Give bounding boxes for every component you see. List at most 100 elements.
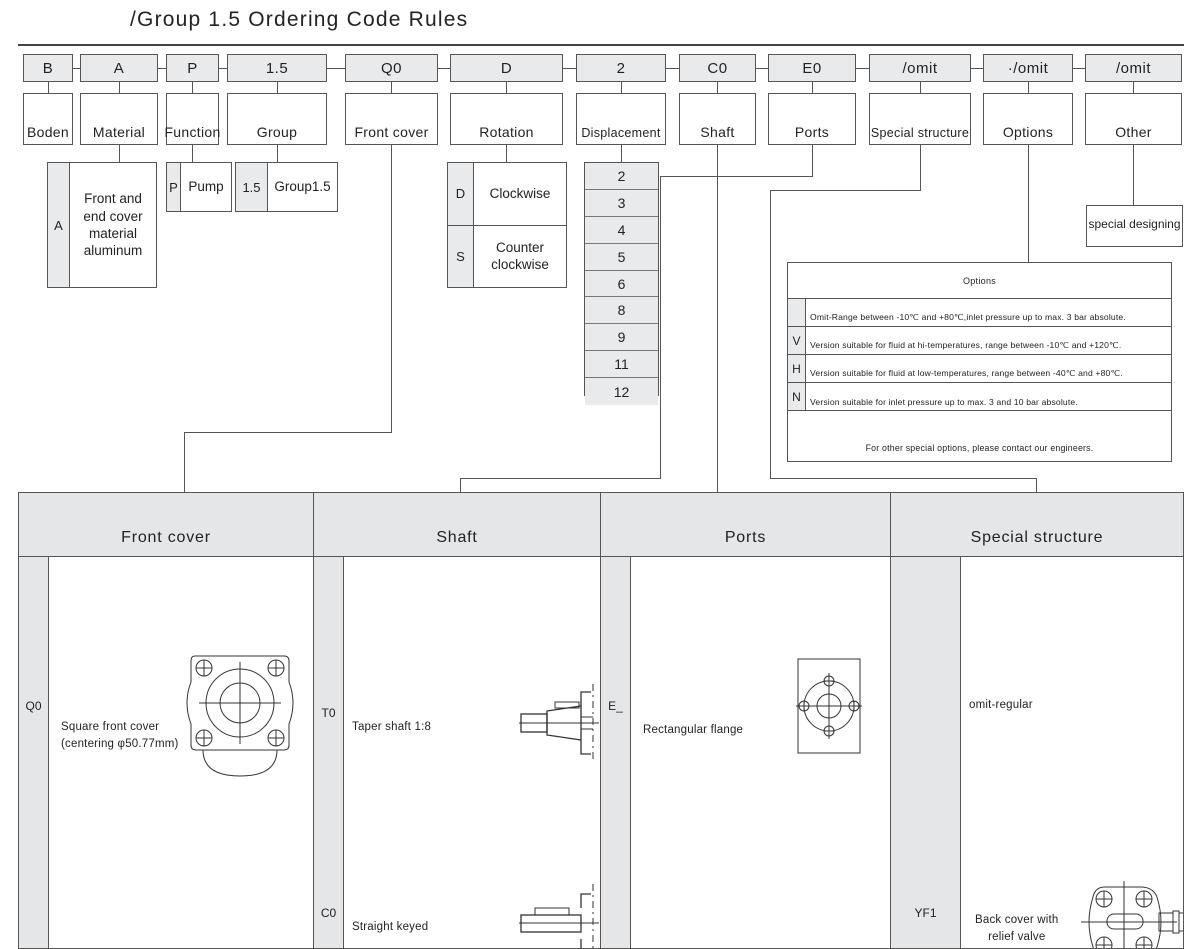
group-detail-connector bbox=[277, 145, 278, 162]
displacement-value[interactable]: 2 bbox=[585, 163, 658, 190]
function-detail-description: Pump bbox=[181, 163, 231, 211]
options-table: Options Omit-Range between -10℃ and +80℃… bbox=[787, 262, 1172, 462]
options-row-description: Version suitable for inlet pressure up t… bbox=[806, 383, 1171, 410]
options-row: Omit-Range between -10℃ and +80℃,inlet p… bbox=[788, 299, 1171, 327]
detail-text-square-front-cover: Square front cover (centering φ50.77mm) bbox=[61, 719, 179, 752]
ports-route-v3 bbox=[460, 478, 461, 493]
displacement-value[interactable]: 6 bbox=[585, 271, 658, 298]
material-detail-connector bbox=[119, 145, 120, 162]
name-box-special-structure: Special structure bbox=[869, 93, 971, 145]
code-connector bbox=[438, 68, 450, 69]
code-connector bbox=[73, 68, 80, 69]
options-row-code: H bbox=[788, 355, 806, 382]
code-connector bbox=[971, 68, 983, 69]
rotation-desc-counter-clockwise: Counter clockwise bbox=[474, 226, 566, 288]
code-box-rotation[interactable]: D bbox=[450, 54, 563, 82]
detail-content-front-cover: Square front cover (centering φ50.77mm) bbox=[49, 557, 313, 948]
name-box-function: Function bbox=[166, 93, 219, 145]
detail-column-header-front-cover: Front cover bbox=[19, 493, 313, 557]
detail-table: Front cover Q0 Square front cover (cente… bbox=[18, 492, 1184, 949]
name-box-ports: Ports bbox=[768, 93, 856, 145]
detail-column-special-structure: Special structure YF1 omit-regular Back … bbox=[891, 493, 1183, 948]
code-box-front-cover[interactable]: Q0 bbox=[345, 54, 438, 82]
displacement-value[interactable]: 11 bbox=[585, 351, 658, 378]
detail-text-rectangular-flange: Rectangular flange bbox=[643, 722, 743, 739]
ordering-code-diagram: /Group 1.5 Ordering Code Rules B A P 1.5… bbox=[0, 0, 1200, 949]
material-detail-description: Front and end cover material aluminum bbox=[70, 163, 156, 287]
special-structure-route-v3 bbox=[1036, 478, 1037, 493]
detail-text-omit-regular: omit-regular bbox=[969, 697, 1033, 714]
shaft-route-v bbox=[717, 145, 718, 492]
displacement-value[interactable]: 4 bbox=[585, 217, 658, 244]
box-connector bbox=[621, 82, 622, 93]
code-box-shaft[interactable]: C0 bbox=[679, 54, 756, 82]
options-row-description: Omit-Range between -10℃ and +80℃,inlet p… bbox=[806, 299, 1171, 326]
code-box-special-structure[interactable]: /omit bbox=[869, 54, 971, 82]
options-row: NVersion suitable for inlet pressure up … bbox=[788, 383, 1171, 411]
options-row-code bbox=[788, 299, 806, 326]
front-cover-route-h bbox=[184, 432, 392, 433]
detail-code-yf1: YF1 bbox=[891, 906, 960, 920]
displacement-value[interactable]: 3 bbox=[585, 190, 658, 217]
group-detail-table: 1.5 Group1.5 bbox=[235, 162, 338, 212]
name-box-material: Material bbox=[80, 93, 158, 145]
detail-code-column-front-cover: Q0 bbox=[19, 557, 49, 948]
displacement-value[interactable]: 5 bbox=[585, 244, 658, 271]
detail-code-column-shaft: T0 C0 bbox=[314, 557, 344, 948]
box-connector bbox=[920, 82, 921, 93]
square-front-cover-drawing bbox=[181, 644, 299, 762]
group-detail-description: Group1.5 bbox=[268, 163, 337, 211]
code-box-boden[interactable]: B bbox=[23, 54, 73, 82]
detail-content-shaft: Taper shaft 1:8 Straight keyed bbox=[344, 557, 600, 948]
options-row-description: Version suitable for fluid at low-temper… bbox=[806, 355, 1171, 382]
code-box-material[interactable]: A bbox=[80, 54, 158, 82]
displacement-value[interactable]: 12 bbox=[585, 378, 658, 405]
options-table-rows: Omit-Range between -10℃ and +80℃,inlet p… bbox=[788, 299, 1171, 411]
code-box-options[interactable]: ·/omit bbox=[983, 54, 1073, 82]
options-row-description: Version suitable for fluid at hi-tempera… bbox=[806, 327, 1171, 354]
box-connector bbox=[119, 82, 120, 93]
box-connector bbox=[391, 82, 392, 93]
displacement-stack: 23456891112 bbox=[584, 162, 659, 396]
name-box-rotation: Rotation bbox=[450, 93, 563, 145]
name-box-front-cover: Front cover bbox=[345, 93, 438, 145]
rotation-row-clockwise: D Clockwise bbox=[448, 163, 566, 226]
rotation-detail-connector bbox=[506, 145, 507, 162]
relief-valve-cover-drawing bbox=[1081, 875, 1184, 949]
code-connector bbox=[158, 68, 166, 69]
name-box-shaft: Shaft bbox=[679, 93, 756, 145]
special-structure-route-v1 bbox=[920, 145, 921, 190]
ports-route-v2 bbox=[660, 176, 661, 478]
code-box-function[interactable]: P bbox=[166, 54, 219, 82]
ports-route-v1 bbox=[812, 145, 813, 176]
displacement-value[interactable]: 9 bbox=[585, 324, 658, 351]
detail-column-header-shaft: Shaft bbox=[314, 493, 600, 557]
name-box-group: Group bbox=[227, 93, 327, 145]
detail-column-body-front-cover: Q0 Square front cover (centering φ50.77m… bbox=[19, 557, 313, 948]
displacement-value[interactable]: 8 bbox=[585, 297, 658, 324]
detail-column-body-shaft: T0 C0 Taper shaft 1:8 Straight keyed bbox=[314, 557, 600, 948]
name-box-other: Other bbox=[1085, 93, 1182, 145]
rectangular-flange-drawing bbox=[796, 657, 866, 755]
code-box-other[interactable]: /omit bbox=[1085, 54, 1182, 82]
detail-code-c0: C0 bbox=[314, 906, 343, 920]
detail-column-header-special-structure: Special structure bbox=[891, 493, 1183, 557]
box-connector bbox=[192, 82, 193, 93]
ports-route-h2 bbox=[460, 478, 661, 479]
code-box-ports[interactable]: E0 bbox=[768, 54, 856, 82]
box-connector bbox=[277, 82, 278, 93]
options-row: VVersion suitable for fluid at hi-temper… bbox=[788, 327, 1171, 355]
code-box-displacement[interactable]: 2 bbox=[576, 54, 666, 82]
special-structure-route-v2 bbox=[770, 190, 771, 478]
box-connector bbox=[717, 82, 718, 93]
code-connector bbox=[327, 68, 345, 69]
function-detail-code: P bbox=[167, 163, 181, 211]
other-detail-box: special designing bbox=[1086, 205, 1183, 247]
code-connector bbox=[856, 68, 869, 69]
page-title: /Group 1.5 Ordering Code Rules bbox=[130, 8, 468, 32]
box-connector bbox=[1133, 82, 1134, 93]
front-cover-route-v1 bbox=[391, 145, 392, 433]
detail-code-column-ports: E_ bbox=[601, 557, 631, 948]
detail-text-straight-keyed: Straight keyed bbox=[352, 919, 428, 936]
code-box-group[interactable]: 1.5 bbox=[227, 54, 327, 82]
